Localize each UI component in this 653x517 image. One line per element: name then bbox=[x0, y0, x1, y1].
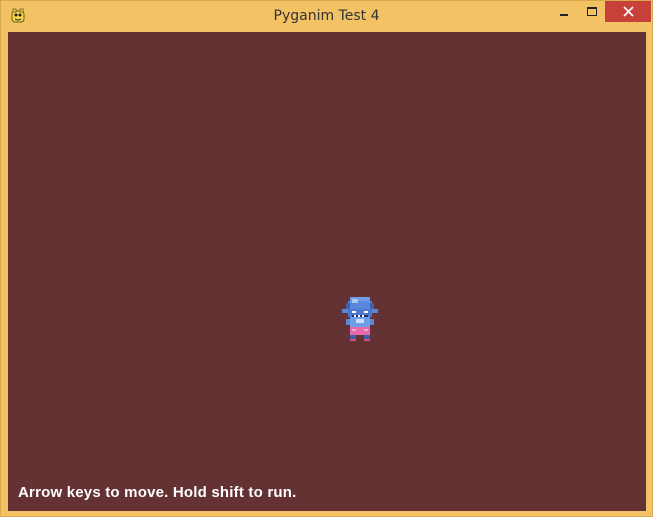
close-icon bbox=[622, 6, 634, 17]
minimize-button[interactable] bbox=[550, 1, 578, 22]
minimize-icon bbox=[560, 13, 568, 16]
app-window: Pyganim Test 4 Arrow keys to move. Hold … bbox=[0, 0, 653, 517]
maximize-icon bbox=[586, 6, 597, 16]
close-button[interactable] bbox=[605, 1, 651, 22]
maximize-button[interactable] bbox=[578, 1, 605, 22]
title-bar[interactable]: Pyganim Test 4 bbox=[1, 1, 652, 32]
blue-goblin-character bbox=[342, 297, 378, 341]
controls-hint: Arrow keys to move. Hold shift to run. bbox=[18, 484, 297, 501]
game-canvas[interactable]: Arrow keys to move. Hold shift to run. bbox=[8, 32, 646, 511]
